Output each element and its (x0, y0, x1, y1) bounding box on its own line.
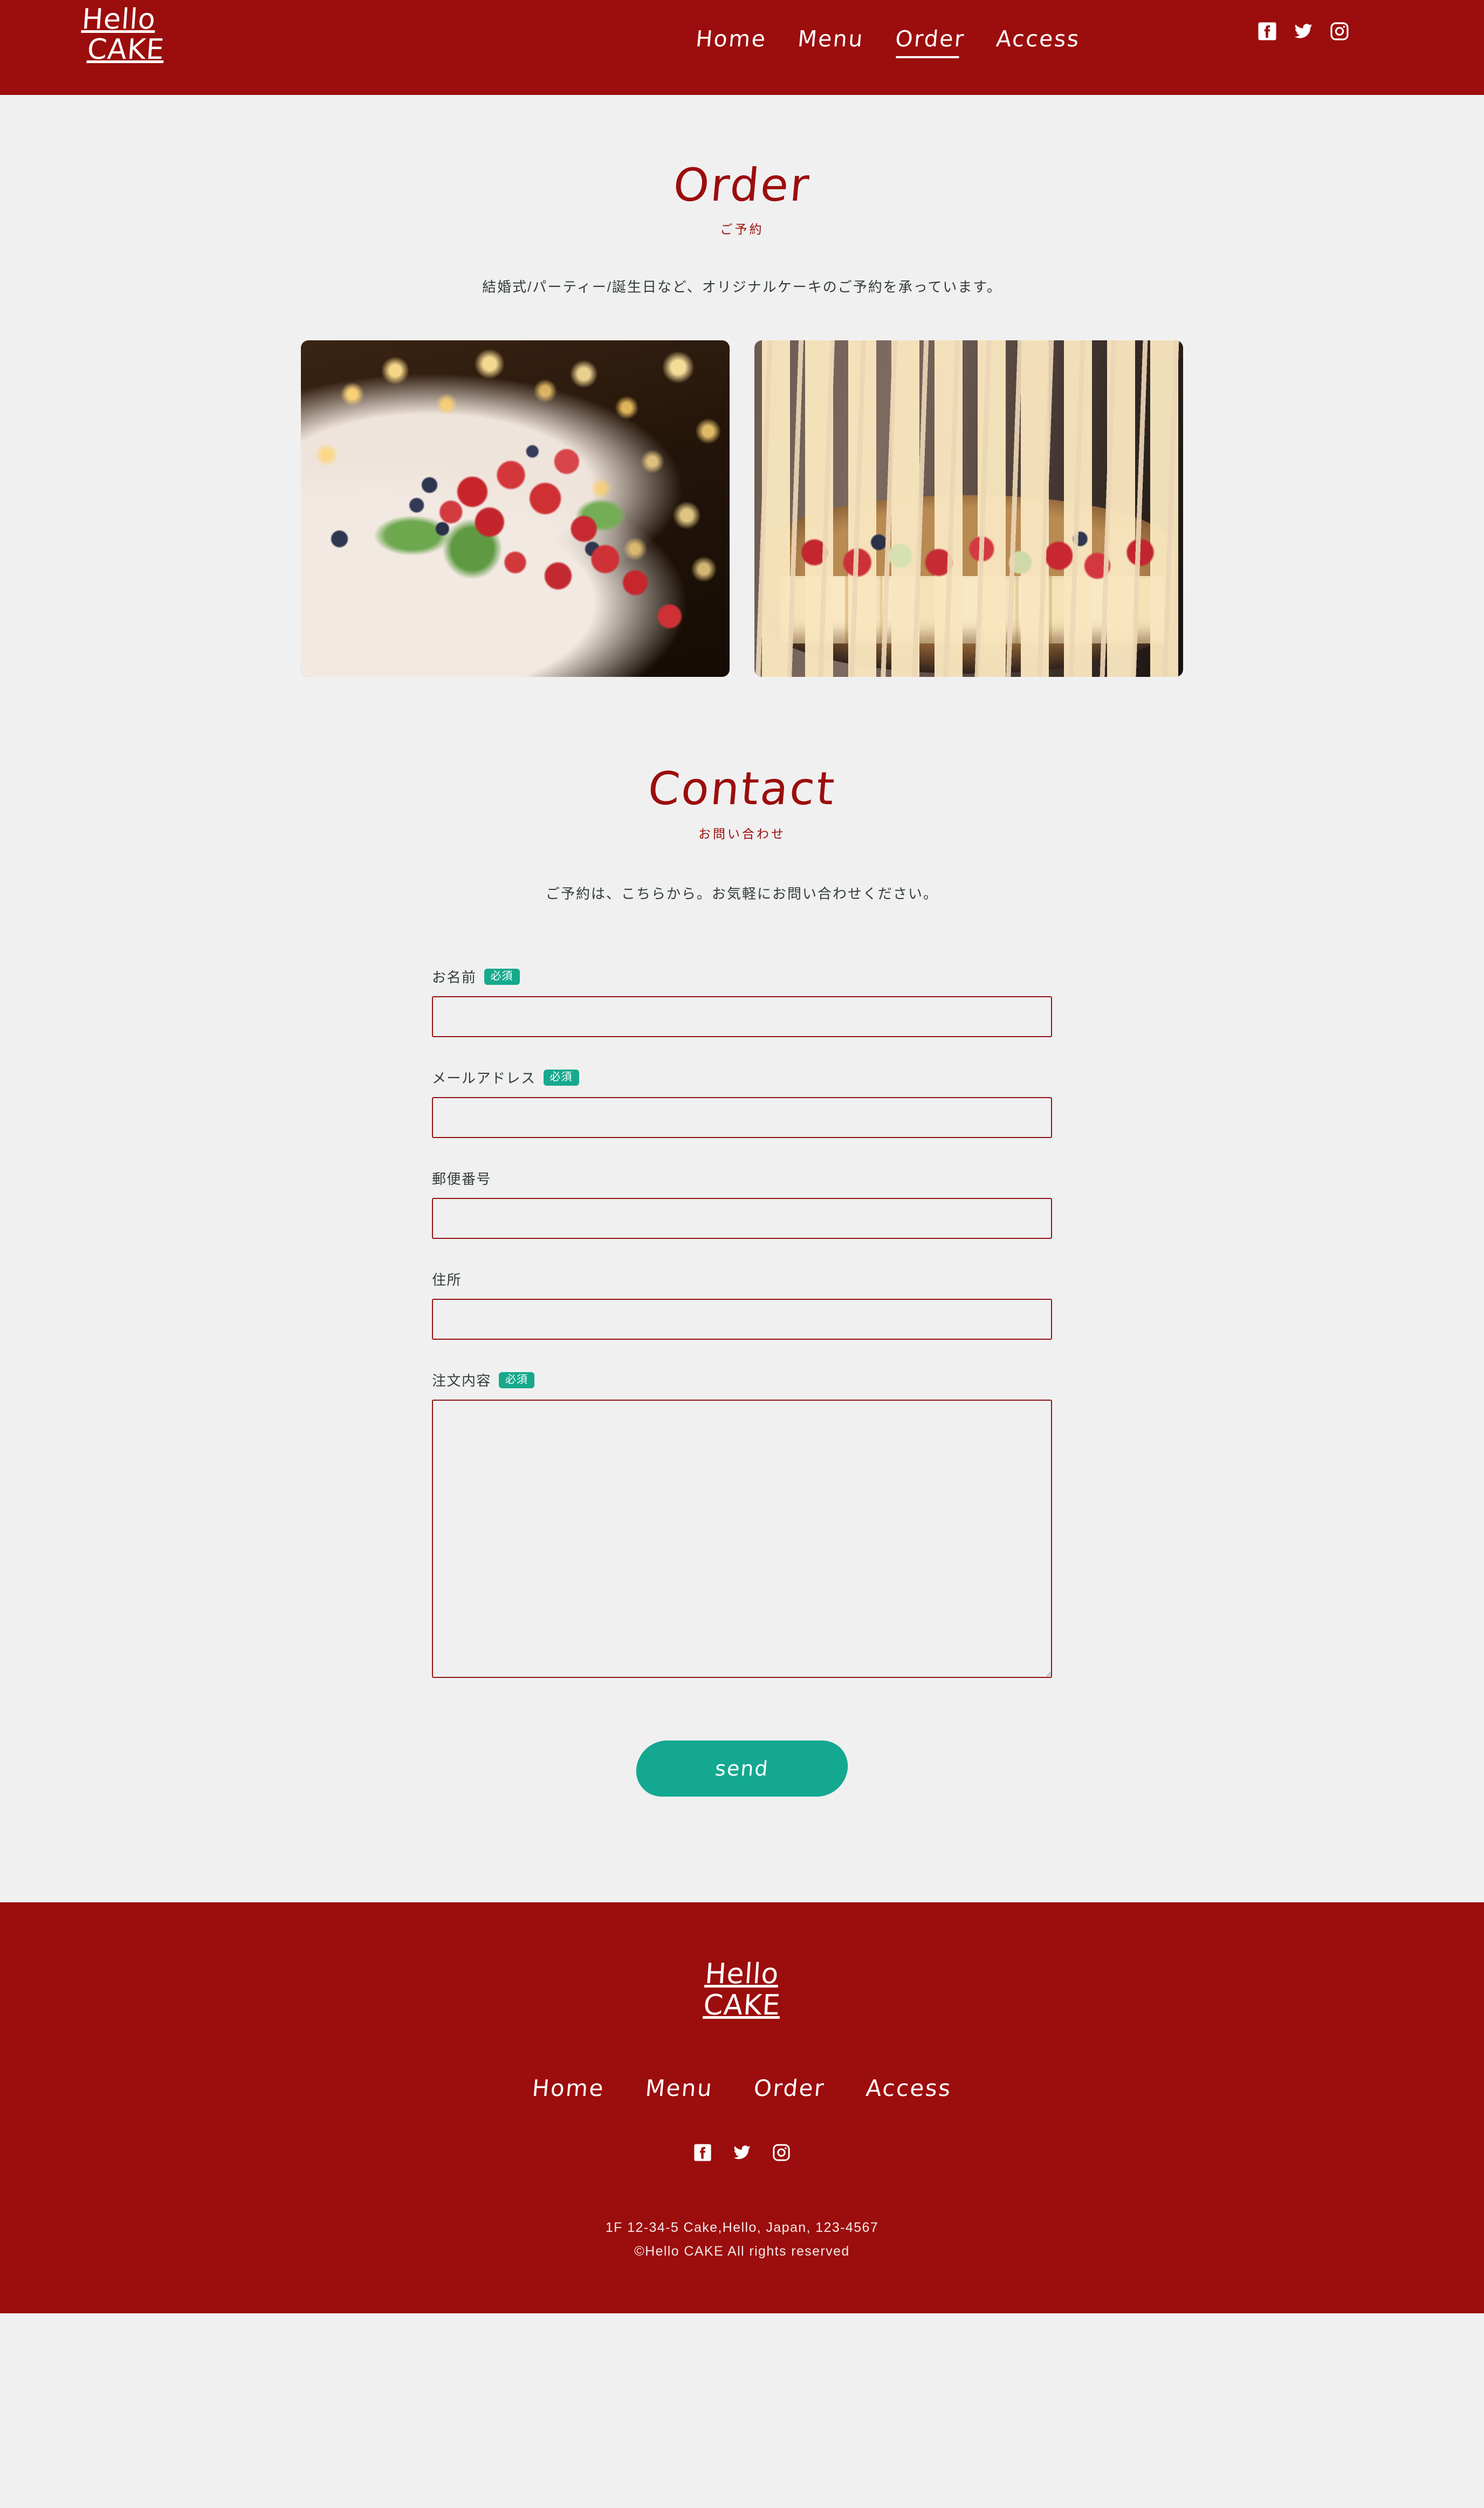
footer-nav-item-order[interactable]: Order (753, 2075, 826, 2101)
footer-nav-item-home[interactable]: Home (531, 2075, 606, 2101)
nav-item-order[interactable]: Order (894, 26, 966, 57)
field-name: お名前 必須 (432, 967, 1052, 1037)
field-order-details-label-text: 注文内容 (432, 1373, 492, 1389)
instagram-icon[interactable] (1330, 22, 1349, 44)
order-lead-text: 結婚式/パーティー/誕生日など、オリジナルケーキのご予約を承っています。 (482, 279, 1002, 295)
order-section-heading: Order ご予約 (0, 159, 1484, 237)
field-order-details-label: 注文内容 必須 (432, 1370, 1052, 1390)
field-name-label-text: お名前 (432, 969, 477, 985)
nav-item-access[interactable]: Access (994, 26, 1081, 57)
order-title: Order (671, 159, 813, 211)
submit-row: send (432, 1740, 1052, 1797)
footer-nav-item-access[interactable]: Access (865, 2075, 953, 2101)
site-logo-line-1: Hello (80, 3, 157, 36)
footer-nav-item-menu[interactable]: Menu (644, 2075, 714, 2101)
order-section: Order ご予約 結婚式/パーティー/誕生日など、オリジナルケーキのご予約を承… (0, 95, 1484, 677)
wedding-cake-photo (301, 340, 730, 677)
order-subtitle: ご予約 (720, 222, 764, 236)
field-address-label: 住所 (432, 1269, 1052, 1289)
facebook-icon[interactable] (693, 2143, 712, 2164)
field-address-label-text: 住所 (432, 1272, 462, 1288)
site-footer: Hello CAKE Home Menu Order Access 1F 12-… (0, 1902, 1484, 2313)
field-email-required-badge: 必須 (543, 1069, 579, 1086)
contact-title: Contact (645, 762, 839, 815)
order-gallery (301, 340, 1183, 677)
site-logo-line-2: CAKE (86, 33, 166, 66)
dessert-cubes (780, 575, 1166, 643)
header-social-links (1258, 22, 1349, 44)
contact-lead-text: ご予約は、こちらから。お気軽にお問い合わせください。 (545, 886, 938, 902)
order-details-textarea[interactable] (432, 1400, 1052, 1678)
contact-section: Contact お問い合わせ ご予約は、こちらから。お気軽にお問い合わせください… (0, 677, 1484, 1797)
name-input[interactable] (432, 996, 1052, 1037)
field-order-details-required-badge: 必須 (499, 1372, 535, 1388)
footer-logo-line-2: CAKE (702, 1989, 782, 2022)
instagram-icon[interactable] (772, 2143, 791, 2164)
field-postal-code: 郵便番号 (432, 1168, 1052, 1239)
field-email-label-text: メールアドレス (432, 1070, 536, 1086)
contact-subtitle: お問い合わせ (698, 827, 786, 841)
footer-social-links (0, 2143, 1484, 2164)
field-postal-code-label: 郵便番号 (432, 1168, 1052, 1188)
site-header: Hello CAKE Home Menu Order Access (0, 0, 1484, 95)
footer-meta: 1F 12-34-5 Cake,Hello, Japan, 123-4567 ©… (0, 2216, 1484, 2264)
contact-form: お名前 必須 メールアドレス 必須 郵便番号 住所 注文内容 必須 send (432, 967, 1052, 1797)
field-email: メールアドレス 必須 (432, 1067, 1052, 1138)
field-name-required-badge: 必須 (484, 968, 520, 985)
nav-item-menu[interactable]: Menu (796, 26, 865, 57)
footer-logo[interactable]: Hello CAKE (0, 1958, 1484, 2022)
main-navigation: Home Menu Order Access (694, 26, 1081, 57)
twitter-icon[interactable] (732, 2143, 752, 2164)
site-logo[interactable]: Hello CAKE (80, 3, 166, 66)
dessert-skewers-photo (754, 340, 1183, 677)
send-button[interactable]: send (634, 1740, 850, 1797)
footer-address: 1F 12-34-5 Cake,Hello, Japan, 123-4567 (605, 2220, 879, 2236)
page-body: Order ご予約 結婚式/パーティー/誕生日など、オリジナルケーキのご予約を承… (0, 95, 1484, 1902)
field-name-label: お名前 必須 (432, 967, 1052, 986)
postal-code-input[interactable] (432, 1198, 1052, 1239)
body-bottom-spacer (0, 1797, 1484, 1902)
field-order-details: 注文内容 必須 (432, 1370, 1052, 1678)
nav-item-home[interactable]: Home (694, 26, 767, 57)
facebook-icon[interactable] (1258, 22, 1277, 44)
footer-copyright: ©Hello CAKE All rights reserved (634, 2244, 850, 2259)
footer-logo-line-1: Hello (704, 1958, 780, 1990)
twitter-icon[interactable] (1293, 22, 1314, 44)
field-address: 住所 (432, 1269, 1052, 1340)
dessert-skewers-photo-image (754, 340, 1183, 677)
address-input[interactable] (432, 1299, 1052, 1340)
field-email-label: メールアドレス 必須 (432, 1067, 1052, 1087)
wedding-cake-photo-image (301, 340, 730, 677)
contact-section-heading: Contact お問い合わせ (0, 762, 1484, 842)
email-input[interactable] (432, 1097, 1052, 1138)
footer-navigation: Home Menu Order Access (0, 2075, 1484, 2101)
field-postal-code-label-text: 郵便番号 (432, 1171, 492, 1187)
